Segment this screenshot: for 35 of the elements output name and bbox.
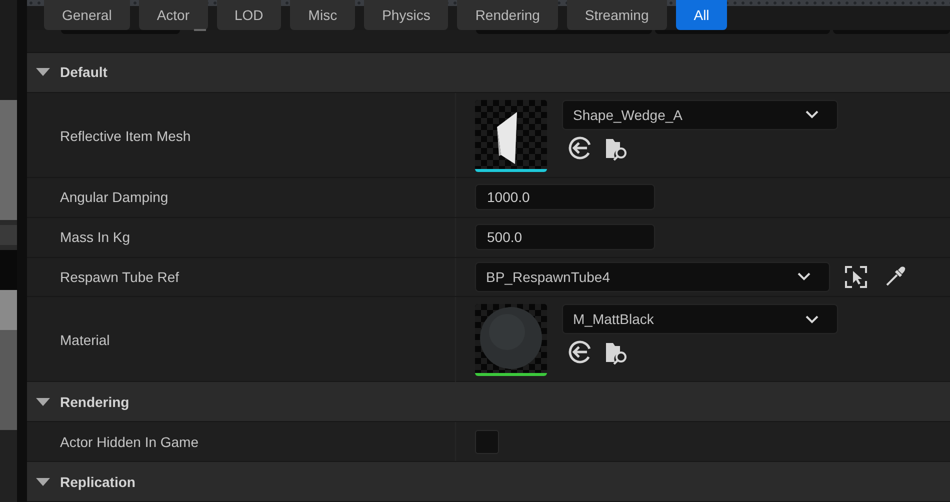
number-field[interactable]: 500.0 — [475, 224, 655, 250]
eyedropper-icon[interactable] — [884, 266, 906, 288]
category-tab[interactable]: Streaming — [566, 0, 667, 30]
asset-thumbnail[interactable] — [475, 100, 547, 172]
property-label: Mass In Kg — [60, 229, 130, 246]
category-tab[interactable]: LOD — [216, 0, 282, 30]
asset-thumbnail[interactable] — [475, 304, 547, 376]
property-label: Material — [60, 332, 110, 348]
expand-arrow-icon[interactable] — [36, 396, 50, 407]
section-title: Rendering — [60, 394, 130, 410]
property-label: Angular Damping — [60, 189, 168, 206]
category-tab[interactable]: Actor — [138, 0, 208, 30]
select-actor-icon[interactable] — [844, 264, 868, 289]
asset-dropdown[interactable]: M_MattBlack — [562, 304, 838, 334]
property-label: Respawn Tube Ref — [60, 268, 180, 285]
checkbox[interactable] — [475, 430, 499, 454]
actor-dropdown[interactable]: BP_RespawnTube4 — [475, 262, 830, 292]
section-header[interactable]: Replication — [27, 462, 950, 502]
section-header[interactable]: Rendering — [27, 382, 950, 422]
number-field[interactable]: 1000.0 — [475, 184, 655, 210]
section-title: Replication — [60, 474, 136, 490]
category-tab[interactable]: General — [44, 0, 130, 30]
section-title: Default — [60, 64, 108, 80]
property-label: Reflective Item Mesh — [60, 128, 191, 144]
expand-arrow-icon[interactable] — [36, 476, 50, 487]
input-field[interactable] — [655, 30, 830, 34]
category-tab[interactable]: All — [676, 0, 728, 30]
category-tab[interactable]: Physics — [364, 0, 448, 30]
asset-dropdown[interactable]: Shape_Wedge_A — [562, 100, 838, 130]
section-header[interactable]: Default — [27, 52, 950, 93]
category-tab[interactable]: Rendering — [457, 0, 558, 30]
property-label: Actor Hidden In Game — [60, 434, 199, 450]
expand-arrow-icon[interactable] — [36, 67, 50, 78]
use-selected-icon[interactable] — [568, 136, 592, 162]
category-tab[interactable]: Misc — [290, 0, 356, 30]
